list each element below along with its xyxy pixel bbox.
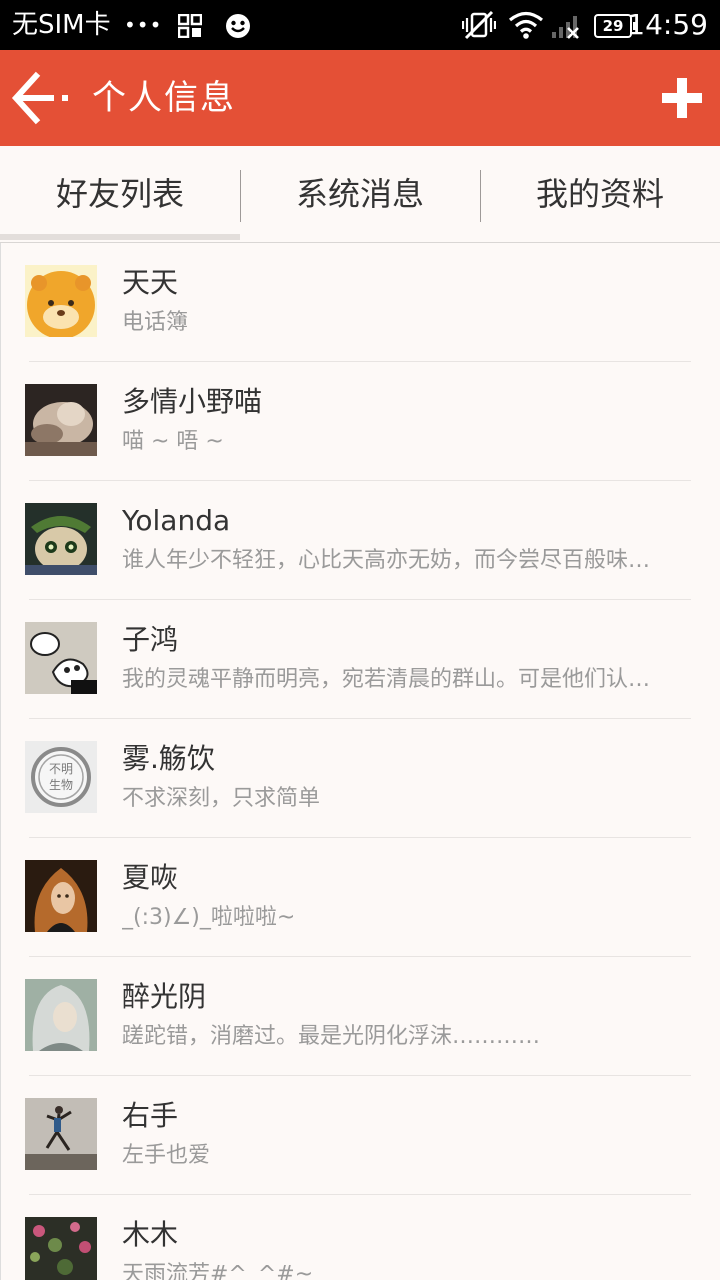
- tab-system-messages[interactable]: 系统消息: [240, 146, 480, 242]
- friend-name: Yolanda: [122, 504, 231, 537]
- smiley-icon: [224, 12, 252, 44]
- plus-icon: [662, 78, 702, 118]
- more-notifications-icon: •••: [124, 13, 163, 37]
- vibrate-off-icon: [461, 10, 497, 44]
- friend-name: 多情小野喵: [122, 385, 263, 418]
- list-item[interactable]: 多情小野喵 喵 ~ 唔 ~: [1, 362, 720, 481]
- friend-status: 电话簿: [122, 310, 189, 335]
- friend-status: 我的灵魂平静而明亮，宛若清晨的群山。可是他们认…: [122, 667, 651, 692]
- avatar: [25, 265, 97, 337]
- avatar: [25, 1217, 97, 1280]
- add-friend-button[interactable]: [656, 72, 708, 124]
- friend-name: 右手: [122, 1099, 179, 1132]
- carrier-label: 无SIM卡: [12, 10, 111, 40]
- avatar: [25, 860, 97, 932]
- list-item[interactable]: 醉光阴 蹉跎错，消磨过。最是光阴化浮沫…………: [1, 957, 720, 1076]
- friend-status: 天雨流芳#^_^#~: [122, 1262, 314, 1280]
- friend-status: 左手也爱: [122, 1143, 211, 1168]
- page-title: 个人信息: [92, 78, 236, 118]
- title-bar: 个人信息: [0, 50, 720, 146]
- friend-status: 蹉跎错，消磨过。最是光阴化浮沫…………: [122, 1024, 541, 1049]
- avatar: [25, 979, 97, 1051]
- app-grid-icon: [177, 13, 203, 42]
- friend-status: 喵 ~ 唔 ~: [122, 429, 224, 454]
- friend-status: 谁人年少不轻狂，心比天高亦无妨，而今尝尽百般味…: [122, 548, 651, 573]
- tab-my-profile[interactable]: 我的资料: [480, 146, 720, 242]
- avatar: [25, 503, 97, 575]
- friend-name: 夏咴: [122, 861, 179, 894]
- list-item[interactable]: 夏咴 _(:3)∠)_啦啦啦~: [1, 838, 720, 957]
- selected-tab-indicator: [0, 234, 240, 240]
- svg-text:生物: 生物: [49, 778, 73, 792]
- friend-status: 不求深刻，只求简单: [122, 786, 321, 811]
- list-item[interactable]: 不明 生物 雾.觞饮 不求深刻，只求简单: [1, 719, 720, 838]
- friend-name: 雾.觞饮: [122, 742, 215, 775]
- friend-name: 子鸿: [122, 623, 179, 656]
- list-item[interactable]: Yolanda 谁人年少不轻狂，心比天高亦无妨，而今尝尽百般味…: [1, 481, 720, 600]
- avatar: [25, 384, 97, 456]
- list-item[interactable]: 木木 天雨流芳#^_^#~: [1, 1195, 720, 1280]
- back-button[interactable]: [10, 70, 76, 126]
- friend-name: 天天: [122, 266, 179, 299]
- list-item[interactable]: 子鸿 我的灵魂平静而明亮，宛若清晨的群山。可是他们认…: [1, 600, 720, 719]
- battery-icon: 29: [594, 14, 636, 38]
- clock: 14:59: [627, 8, 708, 41]
- list-item[interactable]: 右手 左手也爱: [1, 1076, 720, 1195]
- avatar: [25, 1098, 97, 1170]
- svg-text:不明: 不明: [49, 762, 73, 776]
- avatar: 不明 生物: [25, 741, 97, 813]
- tab-friend-list[interactable]: 好友列表: [0, 146, 240, 242]
- friend-name: 醉光阴: [122, 980, 207, 1013]
- friend-name: 木木: [122, 1218, 179, 1251]
- avatar: [25, 622, 97, 694]
- tab-bar: 好友列表 系统消息 我的资料: [0, 146, 720, 243]
- status-bar: 无SIM卡 ••• 29 14:59: [0, 0, 720, 50]
- no-signal-icon: [550, 12, 584, 44]
- friend-status: _(:3)∠)_啦啦啦~: [122, 905, 296, 930]
- wifi-icon: [508, 11, 544, 43]
- friend-list: 天天 电话簿 多情小野喵 喵 ~ 唔 ~ Yolanda 谁人年少不轻狂，心比天…: [0, 243, 720, 1280]
- arrow-left-icon: [11, 71, 68, 125]
- list-item[interactable]: 天天 电话簿: [1, 243, 720, 362]
